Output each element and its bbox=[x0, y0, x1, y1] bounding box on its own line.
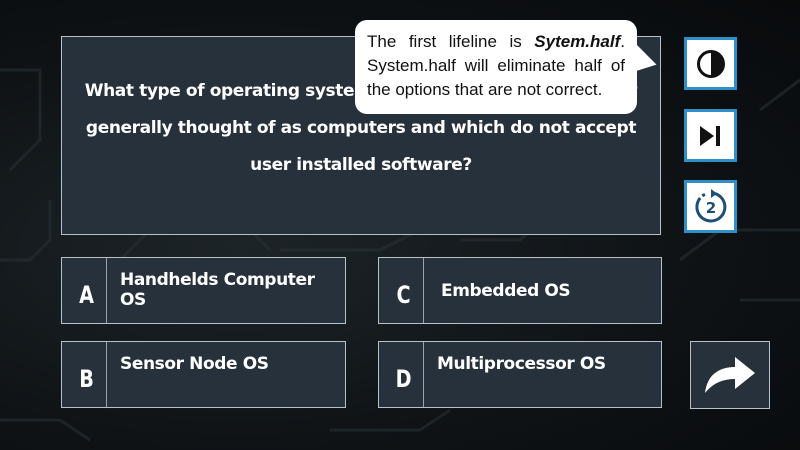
tooltip-lifeline-name: Sytem.half bbox=[534, 32, 621, 51]
answer-text: Handhelds Computer OS bbox=[120, 270, 315, 310]
tooltip-period: . bbox=[620, 32, 625, 51]
answer-letter: B bbox=[67, 342, 107, 407]
half-contrast-icon bbox=[696, 49, 725, 78]
answer-letter: A bbox=[67, 258, 107, 323]
answer-text: Embedded OS bbox=[441, 280, 571, 301]
forward-arrow-icon bbox=[705, 357, 755, 393]
lifeline-skip-button[interactable] bbox=[684, 109, 737, 162]
lifeline-half-button[interactable] bbox=[684, 37, 737, 90]
skip-next-icon bbox=[699, 125, 720, 146]
answer-option-c[interactable]: C Embedded OS bbox=[378, 257, 662, 324]
answer-option-d[interactable]: D Multiprocessor OS bbox=[378, 341, 662, 408]
lifeline-second-chance-button[interactable]: 2 bbox=[684, 180, 737, 233]
tooltip-description: System.half will eliminate half of the o… bbox=[367, 56, 625, 99]
tooltip-intro: The first lifeline is bbox=[367, 32, 535, 51]
answer-letter: C bbox=[384, 258, 424, 323]
second-chance-icon: 2 bbox=[694, 188, 726, 222]
answer-letter: D bbox=[384, 342, 424, 407]
answer-option-b[interactable]: B Sensor Node OS bbox=[61, 341, 346, 408]
answer-text: Multiprocessor OS bbox=[437, 354, 606, 374]
second-chance-badge: 2 bbox=[705, 199, 715, 217]
answer-text: Sensor Node OS bbox=[120, 354, 269, 374]
answer-option-a[interactable]: A Handhelds Computer OS bbox=[61, 257, 346, 324]
next-button[interactable] bbox=[690, 341, 770, 409]
lifeline-tooltip: The first lifeline is Sytem.half. System… bbox=[355, 20, 637, 114]
